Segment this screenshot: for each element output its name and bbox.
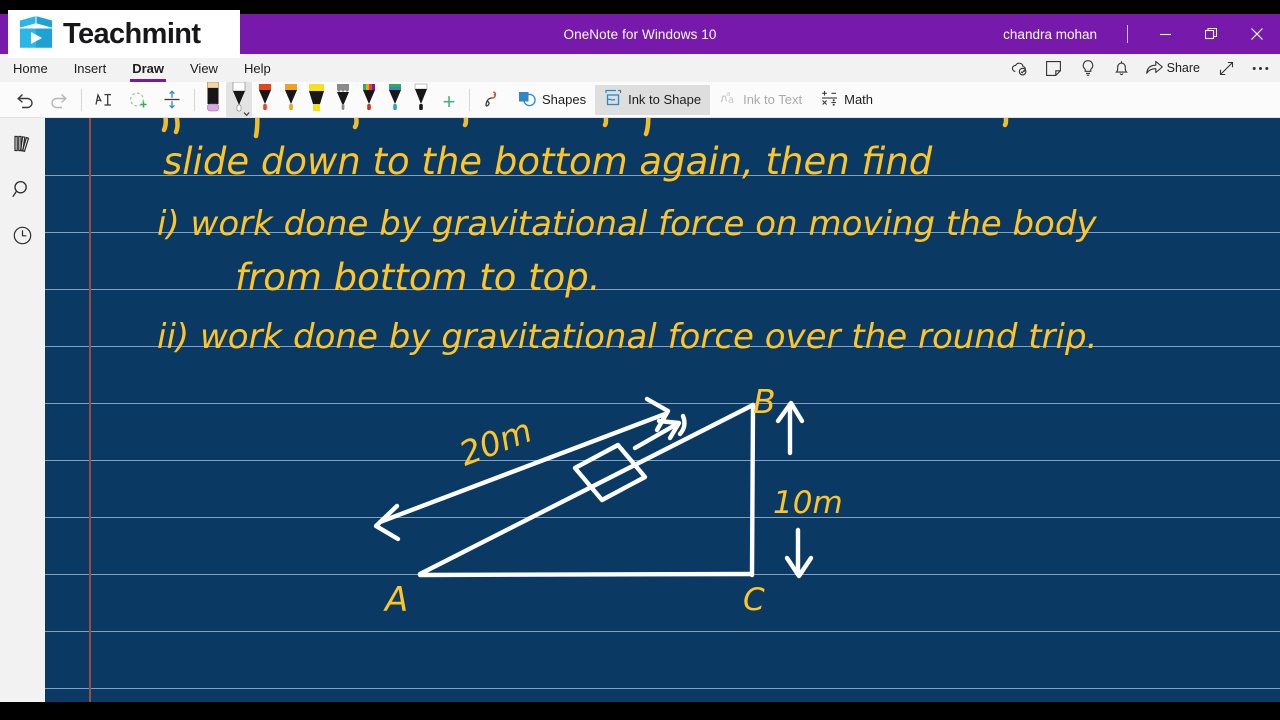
ink-to-shape-icon: [604, 89, 623, 110]
lightbulb-icon[interactable]: [1072, 55, 1104, 81]
sidebar-item-recent[interactable]: [6, 220, 40, 250]
inclined-plane-diagram: [373, 396, 814, 579]
tab-home-label: Home: [13, 60, 48, 76]
handwriting-line-1: slide down to the bottom again, then fin…: [163, 140, 933, 183]
ribbon-tab-bar: Home Insert Draw View Help Share: [0, 54, 1280, 82]
sidebar-item-notebooks[interactable]: [6, 128, 40, 158]
tab-view[interactable]: View: [177, 54, 231, 82]
more-options-icon[interactable]: [1244, 55, 1276, 81]
label-vertex-b: B: [753, 382, 776, 421]
toolbar-divider-1: [81, 88, 82, 111]
teachmint-wordmark: Teachmint: [63, 17, 201, 50]
shapes-button[interactable]: Shapes: [509, 85, 595, 115]
handwriting-line-3: from bottom to top.: [235, 256, 601, 299]
pen-galaxy[interactable]: [382, 82, 408, 118]
ink-to-shape-button[interactable]: Ink to Shape: [595, 84, 711, 115]
lasso-select-icon[interactable]: [87, 84, 121, 116]
search-icon: [12, 180, 27, 197]
share-button[interactable]: Share: [1140, 55, 1208, 81]
pen-rainbow[interactable]: [356, 82, 382, 118]
tab-help-label: Help: [243, 60, 271, 76]
eraser-tool[interactable]: [200, 81, 226, 118]
toolbar-divider-2: [194, 88, 195, 111]
restore-button[interactable]: [1188, 14, 1234, 54]
share-label: Share: [1166, 61, 1200, 75]
ink-to-shape-label: Ink to Shape: [628, 92, 702, 107]
tab-view-label: View: [190, 60, 218, 76]
tab-insert-label: Insert: [73, 60, 107, 76]
label-20m: 20m: [454, 410, 537, 473]
clock-icon: [13, 226, 32, 244]
ink-layer: slide down to the bottom again, then fin…: [157, 118, 1097, 620]
share-icon: [1145, 60, 1163, 77]
ruler-icon[interactable]: [155, 84, 189, 116]
draw-toolbar: + Shapes Ink to Shape a a Ink to Text Ma…: [0, 81, 1280, 118]
ribbon-right-actions: Share: [1004, 54, 1276, 82]
redo-button[interactable]: [42, 84, 76, 116]
bell-icon[interactable]: [1106, 55, 1138, 81]
ink-to-text-icon: a a: [719, 90, 738, 110]
label-vertex-c: C: [743, 582, 765, 618]
sync-cloud-icon[interactable]: [1004, 55, 1036, 81]
minimize-button[interactable]: [1142, 14, 1188, 54]
left-sidebar: [0, 118, 45, 702]
ink-to-text-label: Ink to Text: [743, 92, 803, 107]
tab-home[interactable]: Home: [0, 54, 61, 82]
letterbox-bottom: [0, 702, 1280, 720]
insert-space-icon[interactable]: [121, 84, 155, 116]
sidebar-item-search[interactable]: [6, 174, 40, 204]
tab-help[interactable]: Help: [231, 54, 284, 82]
ink-replay-icon[interactable]: [475, 84, 509, 116]
math-button[interactable]: Math: [811, 85, 882, 115]
notebooks-icon: [13, 135, 29, 152]
expand-icon[interactable]: [1210, 55, 1242, 81]
add-pen-label: +: [442, 88, 456, 114]
pen-palette: +: [200, 81, 464, 118]
title-bar-divider: [1127, 25, 1128, 43]
highlighter-yellow[interactable]: [304, 82, 330, 118]
title-bar-right: chandra mohan: [987, 14, 1280, 54]
math-label: Math: [844, 92, 874, 107]
note-page-canvas[interactable]: slide down to the bottom again, then fin…: [45, 118, 1280, 702]
pencil-gray[interactable]: [330, 82, 356, 118]
label-vertex-a: A: [383, 580, 408, 620]
toolbar-divider-3: [469, 88, 470, 111]
teachmint-logo-overlay: Teachmint: [8, 10, 240, 58]
pen-white[interactable]: [226, 81, 252, 118]
account-name[interactable]: chandra mohan: [987, 27, 1113, 42]
pen-red-orange[interactable]: [252, 82, 278, 118]
label-10m: 10m: [773, 485, 843, 521]
handwriting-line-2: i) work done by gravitational force on m…: [157, 204, 1097, 244]
handwriting-line-4: ii) work done by gravitational force ove…: [157, 317, 1097, 357]
app-window: OneNote for Windows 10 chandra mohan Hom…: [0, 0, 1280, 720]
shapes-label: Shapes: [542, 92, 587, 107]
undo-button[interactable]: [8, 84, 42, 116]
pen-black[interactable]: [408, 82, 434, 118]
svg-text:a: a: [726, 90, 730, 98]
shapes-icon: [518, 90, 537, 110]
tab-draw-label: Draw: [132, 60, 164, 76]
math-icon: [820, 89, 839, 110]
ink-to-text-button[interactable]: a a Ink to Text: [710, 85, 811, 115]
tab-insert[interactable]: Insert: [61, 54, 120, 82]
add-pen-button[interactable]: +: [434, 86, 464, 118]
sticky-note-icon[interactable]: [1038, 55, 1070, 81]
teachmint-book-play-icon: [16, 12, 56, 57]
pen-orange[interactable]: [278, 82, 304, 118]
close-button[interactable]: [1234, 14, 1280, 54]
tab-draw[interactable]: Draw: [119, 54, 177, 82]
